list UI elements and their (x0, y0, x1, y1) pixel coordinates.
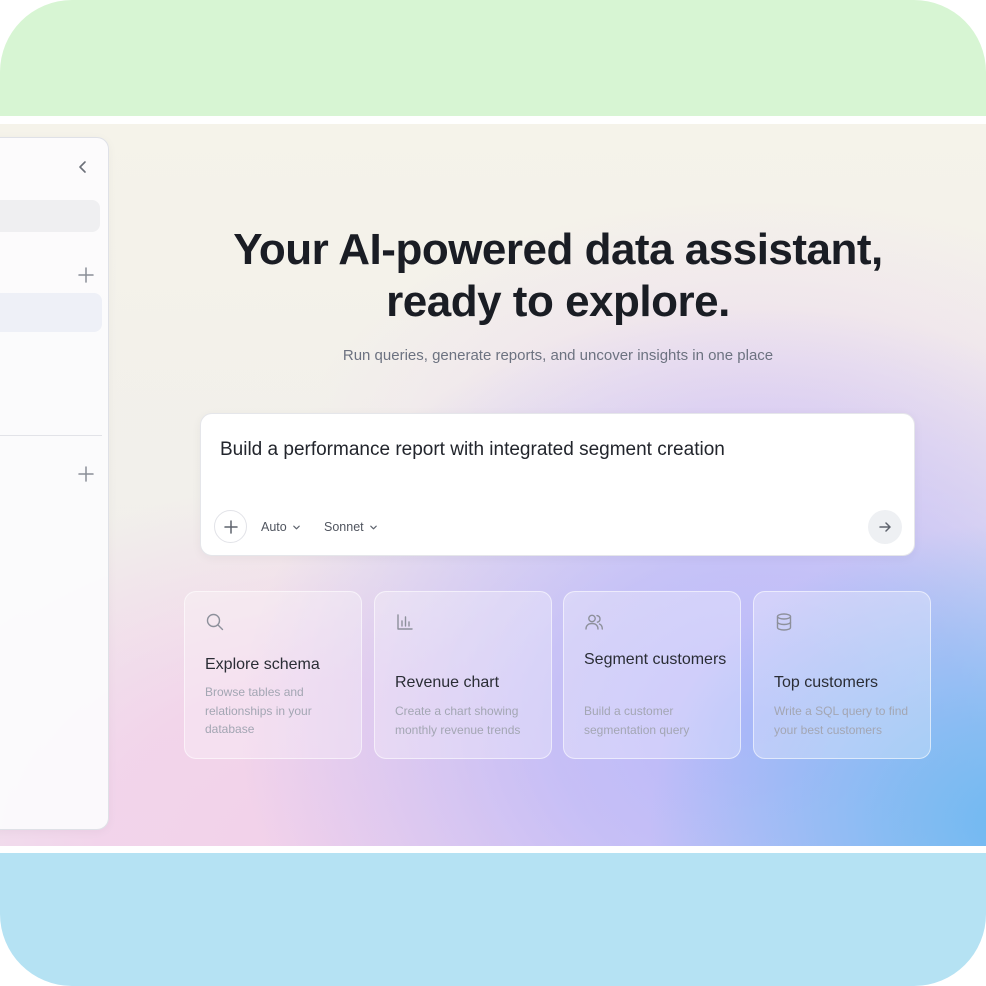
chevron-left-icon[interactable] (75, 159, 91, 175)
users-icon (584, 612, 604, 632)
page-title-line: Your AI-powered data assistant, (233, 225, 883, 274)
page-title: Your AI-powered data assistant, ready to… (200, 224, 916, 328)
app-window: Your AI-powered data assistant, ready to… (0, 124, 986, 846)
plus-icon (223, 519, 238, 534)
mode-dropdown[interactable]: Auto (261, 518, 301, 536)
model-dropdown-label: Sonnet (324, 520, 364, 534)
plus-icon[interactable] (77, 465, 95, 483)
chevron-down-icon (292, 525, 300, 529)
top-band (0, 0, 986, 116)
suggestion-title: Segment customers (584, 651, 727, 668)
suggestion-description: Build a customer segmentation query (584, 704, 690, 737)
plus-icon[interactable] (77, 266, 95, 284)
sidebar-divider (0, 435, 102, 436)
suggestion-title: Explore schema (205, 656, 320, 673)
search-icon (205, 612, 225, 632)
suggestion-card-explore-schema[interactable]: Explore schema Browse tables and relatio… (184, 591, 362, 759)
bottom-band (0, 853, 986, 986)
arrow-right-icon (879, 522, 891, 532)
suggestion-description: Browse tables and relationships in your … (205, 685, 312, 736)
send-button[interactable] (868, 510, 902, 544)
suggestion-card-segment-customers[interactable]: Segment customers Build a customer segme… (563, 591, 741, 759)
suggestion-title: Revenue chart (395, 674, 500, 691)
bar-chart-icon (395, 612, 415, 632)
sidebar-item-active[interactable] (0, 293, 102, 332)
prompt-input[interactable]: Build a performance report with integrat… (220, 438, 894, 462)
suggestion-description: Create a chart showing monthly revenue t… (395, 704, 521, 737)
suggestion-description: Write a SQL query to find your best cust… (774, 704, 909, 737)
page-subtitle: Run queries, generate reports, and uncov… (342, 347, 774, 364)
suggestion-card-top-customers[interactable]: Top customers Write a SQL query to find … (753, 591, 931, 759)
mode-dropdown-label: Auto (261, 520, 287, 534)
page-title-line: ready to explore. (386, 277, 730, 326)
sidebar (0, 137, 109, 830)
sidebar-search[interactable] (0, 200, 100, 232)
chevron-down-icon (369, 525, 377, 529)
suggestion-card-revenue-chart[interactable]: Revenue chart Create a chart showing mon… (374, 591, 552, 759)
suggestion-title: Top customers (774, 674, 879, 691)
database-icon (774, 612, 794, 632)
attach-button[interactable] (214, 510, 247, 543)
prompt-box[interactable]: Build a performance report with integrat… (200, 413, 915, 556)
model-dropdown[interactable]: Sonnet (324, 518, 378, 536)
promo-frame: Your AI-powered data assistant, ready to… (0, 0, 986, 986)
